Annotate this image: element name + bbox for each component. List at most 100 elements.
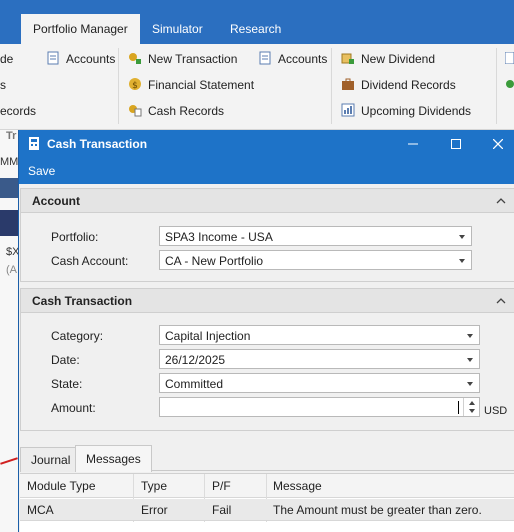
tab-research[interactable]: Research [218,14,293,44]
background-chart-fragment [0,210,20,236]
ribbon-label: Accounts [278,52,328,66]
document-icon [259,51,271,65]
ribbon-fragment[interactable]: s [0,75,6,95]
amount-input[interactable] [159,397,480,417]
dropdown-arrow-icon[interactable] [459,259,465,263]
section-title: Cash Transaction [32,294,133,308]
cell-message: The Amount must be greater than zero. [273,503,482,517]
document-icon [47,51,59,65]
cash-account-value: CA - New Portfolio [165,254,264,268]
bottom-tabs: Journal Messages [20,445,514,472]
chevron-up-icon[interactable] [496,196,506,206]
background-panel: Tr MM $X (A [0,130,20,532]
portfolio-dropdown[interactable]: SPA3 Income - USA [159,226,472,246]
app-tab-bar: Portfolio Manager Simulator Research [0,0,514,44]
ribbon-dividend-records-button[interactable]: Dividend Records [341,75,456,95]
cash-transaction-section-header[interactable]: Cash Transaction [21,289,514,313]
close-button[interactable] [488,134,508,154]
background-text: MM [0,156,19,168]
state-label: State: [51,377,83,391]
tab-messages[interactable]: Messages [75,445,152,472]
ribbon-separator [496,48,497,124]
dialog-title: Cash Transaction [47,137,148,151]
new-transaction-icon [129,53,141,64]
ribbon-cash-records-button[interactable]: Cash Records [128,101,224,121]
cell-pf: Fail [212,503,232,517]
portfolio-value: SPA3 Income - USA [165,230,273,244]
spin-down-icon[interactable] [469,409,475,413]
date-value: 26/12/2025 [165,353,226,367]
cash-account-dropdown[interactable]: CA - New Portfolio [159,250,472,270]
ribbon-separator [331,48,332,124]
maximize-button[interactable] [446,134,466,154]
cell-type: Error [141,503,168,517]
ribbon-separator [118,48,119,124]
grid-header: Module Type Type P/F Message [20,474,514,498]
dropdown-arrow-icon[interactable] [467,358,473,362]
cash-transaction-section: Cash Transaction Category: Capital Injec… [20,288,514,431]
dialog-toolbar: Save [19,158,514,184]
ribbon-fragment[interactable]: ecords [0,101,36,121]
briefcase-icon [342,78,354,90]
ribbon-overflow-icon [505,52,514,64]
amount-currency: USD [484,405,508,417]
calendar-chart-icon [341,103,355,117]
dropdown-arrow-icon[interactable] [459,235,465,239]
dropdown-arrow-icon[interactable] [467,382,473,386]
ribbon-new-transaction-button[interactable]: New Transaction [128,49,237,69]
portfolio-label: Portfolio: [51,230,99,244]
ribbon-label: New Dividend [361,52,436,66]
maximize-icon [451,139,461,149]
dropdown-arrow-icon[interactable] [467,334,473,338]
column-header[interactable]: Type [141,479,167,493]
state-dropdown[interactable]: Committed [159,373,480,393]
tab-simulator[interactable]: Simulator [140,14,215,44]
cash-register-icon [29,137,39,150]
cell-module-type: MCA [27,503,54,517]
ribbon-label: Upcoming Dividends [361,104,472,118]
chevron-up-icon[interactable] [496,296,506,306]
tab-journal[interactable]: Journal [20,447,82,472]
ribbon-upcoming-dividends-button[interactable]: Upcoming Dividends [341,101,471,121]
column-header[interactable]: Message [273,479,322,493]
date-picker[interactable]: 26/12/2025 [159,349,480,369]
background-text: (A [6,264,17,276]
close-icon [492,138,504,150]
ribbon-fragment[interactable]: de [0,49,13,69]
amount-label: Amount: [51,401,96,415]
background-chart-fragment [0,178,20,198]
spin-up-icon[interactable] [469,401,475,405]
new-dividend-icon [341,53,354,64]
cash-records-icon [129,105,142,117]
background-text: Tr [6,130,17,142]
category-dropdown[interactable]: Capital Injection [159,325,480,345]
money-icon: $ [129,78,141,91]
save-button[interactable]: Save [28,164,55,178]
background-chart-line [0,457,18,465]
ribbon: de s ecords Accounts New Transaction $ Fi… [0,44,514,130]
ribbon-label: Financial Statement [148,78,255,92]
section-title: Account [32,194,80,208]
messages-grid: Module Type Type P/F Message MCA Error F… [20,473,514,532]
column-header[interactable]: P/F [212,479,231,493]
ribbon-label: Cash Records [148,104,225,118]
ribbon-financial-statement-button[interactable]: $ Financial Statement [128,75,254,95]
state-value: Committed [165,377,224,391]
amount-spinner[interactable] [463,398,479,416]
ribbon-accounts-button-2[interactable]: Accounts [258,49,327,69]
account-section: Account Portfolio: SPA3 Income - USA Cas… [20,188,514,282]
minimize-button[interactable] [403,134,423,154]
ribbon-label: Dividend Records [361,78,456,92]
column-header[interactable]: Module Type [27,479,96,493]
minimize-icon [408,143,418,145]
cash-transaction-dialog: Cash Transaction Save Account Portfolio:… [18,130,514,532]
dialog-title-bar: Cash Transaction [19,130,514,158]
table-row[interactable]: MCA Error Fail The Amount must be greate… [20,499,514,521]
category-label: Category: [51,329,104,343]
account-section-header[interactable]: Account [21,189,514,213]
ribbon-accounts-button[interactable]: Accounts [46,49,115,69]
ribbon-label: Accounts [66,52,116,66]
ribbon-new-dividend-button[interactable]: New Dividend [341,49,435,69]
svg-text:$: $ [132,81,138,91]
tab-portfolio-manager[interactable]: Portfolio Manager [21,14,140,44]
